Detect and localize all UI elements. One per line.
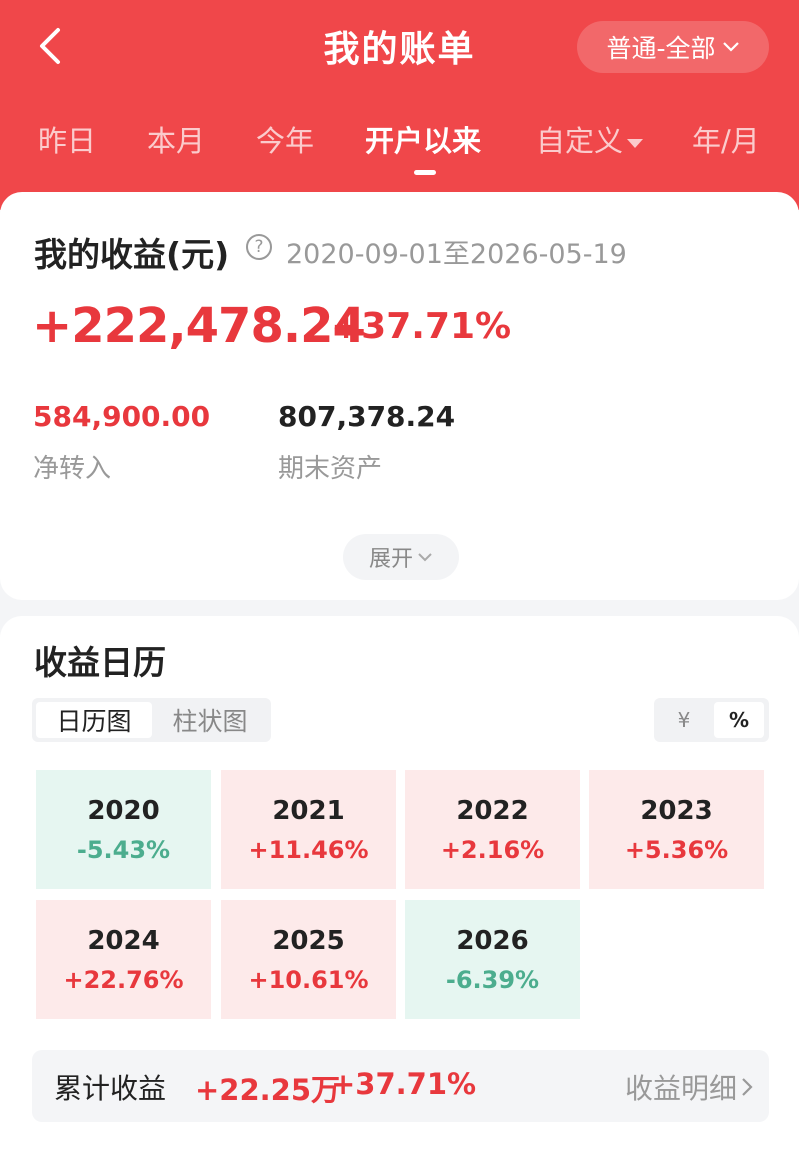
- tab-custom[interactable]: 自定义: [536, 118, 644, 160]
- year-label: 2024: [87, 925, 160, 956]
- net-transfer-value: 584,900.00: [33, 400, 211, 433]
- help-icon[interactable]: ?: [246, 234, 272, 260]
- year-cell[interactable]: 2024 +22.76%: [36, 900, 211, 1019]
- year-cell[interactable]: 2021 +11.46%: [221, 770, 396, 889]
- tab-this-year[interactable]: 今年: [256, 118, 314, 160]
- year-cell[interactable]: 2023 +5.36%: [589, 770, 764, 889]
- tab-this-month[interactable]: 本月: [147, 118, 205, 160]
- year-pct: +22.76%: [63, 965, 184, 994]
- profit-detail-label: 收益明细: [624, 1072, 737, 1105]
- chevron-down-icon: [418, 553, 432, 562]
- account-filter-label: 普通-全部: [606, 34, 716, 63]
- year-cell[interactable]: 2026 -6.39%: [405, 900, 580, 1019]
- year-pct: -5.43%: [76, 835, 171, 864]
- cumulative-label: 累计收益: [54, 1072, 167, 1105]
- total-profit: +222,478.24: [32, 298, 366, 354]
- app-header: 我的账单 普通-全部 昨日 本月 今年 开户以来 自定义 年/月: [0, 0, 799, 210]
- expand-label: 展开: [368, 547, 413, 572]
- year-label: 2023: [640, 795, 713, 826]
- account-filter-button[interactable]: 普通-全部: [577, 21, 769, 73]
- year-pct: +11.46%: [248, 835, 369, 864]
- unit-switch: ¥ %: [654, 698, 769, 742]
- tab-calendar-view[interactable]: 日历图: [36, 702, 152, 738]
- cumulative-amount: +22.25万: [195, 1073, 341, 1107]
- end-assets-value: 807,378.24: [278, 400, 456, 433]
- calendar-title: 收益日历: [34, 643, 166, 682]
- year-label: 2020: [87, 795, 160, 826]
- year-label: 2022: [456, 795, 529, 826]
- year-pct: -6.39%: [445, 965, 540, 994]
- active-tab-indicator: [414, 170, 436, 175]
- end-assets-label: 期末资产: [278, 454, 383, 484]
- view-switch: 日历图 柱状图: [32, 698, 271, 742]
- year-pct: +10.61%: [248, 965, 369, 994]
- caret-down-icon: [627, 138, 644, 148]
- chevron-down-icon: [722, 42, 739, 52]
- year-cell[interactable]: 2025 +10.61%: [221, 900, 396, 1019]
- total-profit-pct: +37.71%: [331, 306, 512, 347]
- unit-percent-button[interactable]: %: [714, 702, 764, 738]
- profit-summary-card: 我的收益(元) ? 2020-09-01至2026-05-19 +222,478…: [0, 192, 799, 600]
- year-pct: +2.16%: [440, 835, 545, 864]
- year-label: 2025: [272, 925, 345, 956]
- year-label: 2021: [272, 795, 345, 826]
- tab-yesterday[interactable]: 昨日: [38, 118, 96, 160]
- profit-detail-link[interactable]: 收益明细: [625, 1067, 753, 1107]
- net-transfer-label: 净转入: [33, 454, 112, 484]
- unit-yuan-button[interactable]: ¥: [658, 702, 710, 738]
- year-cell[interactable]: 2020 -5.43%: [36, 770, 211, 889]
- period-tabs: 昨日 本月 今年 开户以来 自定义 年/月: [0, 118, 799, 178]
- tab-since-opening[interactable]: 开户以来: [365, 118, 481, 160]
- date-range: 2020-09-01至2026-05-19: [286, 239, 627, 270]
- year-label: 2026: [456, 925, 529, 956]
- expand-button[interactable]: 展开: [343, 534, 459, 580]
- cumulative-summary: 累计收益 +22.25万 +37.71% 收益明细: [32, 1050, 769, 1122]
- profit-title: 我的收益(元): [34, 235, 230, 274]
- cumulative-pct: +37.71%: [331, 1067, 477, 1101]
- year-pct: +5.36%: [624, 835, 729, 864]
- year-cell[interactable]: 2022 +2.16%: [405, 770, 580, 889]
- tab-bar-view[interactable]: 柱状图: [152, 702, 268, 738]
- tab-custom-label: 自定义: [536, 124, 624, 158]
- tab-year-month[interactable]: 年/月: [692, 118, 760, 160]
- profit-calendar-card: 收益日历 日历图 柱状图 ¥ % 2020 -5.43% 2021 +11.46…: [0, 616, 799, 1151]
- chevron-right-icon: [742, 1078, 753, 1096]
